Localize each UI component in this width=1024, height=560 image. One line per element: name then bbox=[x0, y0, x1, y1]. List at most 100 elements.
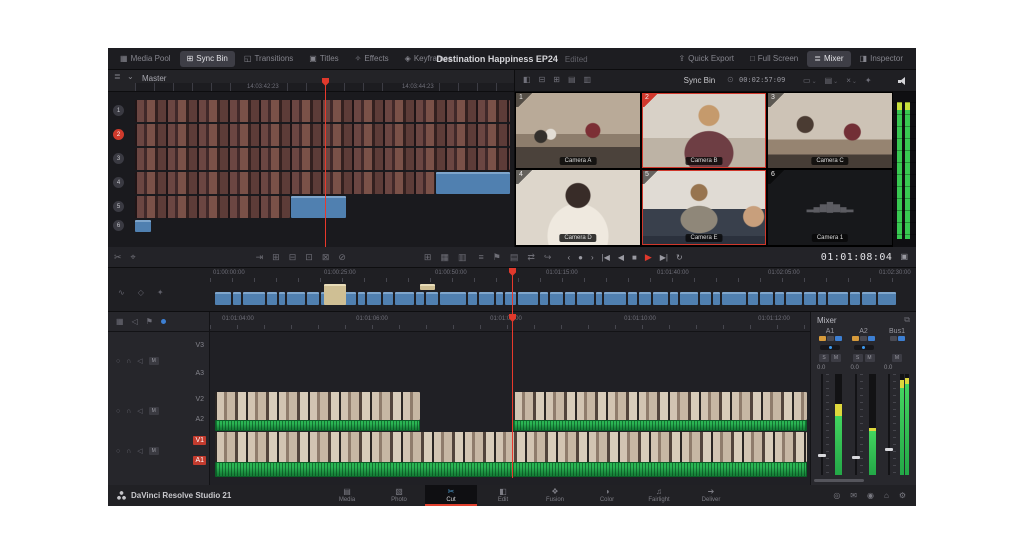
overview-clip[interactable] bbox=[862, 292, 876, 305]
mute-button[interactable]: M bbox=[865, 354, 875, 362]
overview-clip[interactable] bbox=[383, 292, 393, 305]
camera-track-badge-6[interactable]: 6 bbox=[113, 220, 124, 231]
video-clip-v1[interactable] bbox=[215, 432, 807, 462]
strip-view-icon[interactable]: ▥ bbox=[458, 252, 467, 263]
topbar-button-full-screen[interactable]: □Full Screen bbox=[743, 51, 805, 67]
syncbin-filmstrip[interactable] bbox=[135, 100, 510, 122]
overview-clip[interactable] bbox=[596, 292, 602, 305]
channel-chip[interactable] bbox=[898, 336, 905, 341]
wand-icon[interactable]: ✦ bbox=[865, 76, 872, 85]
camera-panel-6[interactable]: 6▂▄▆█▆▄▂Camera 1 bbox=[768, 170, 892, 245]
camera-panel-4[interactable]: 4Camera D bbox=[516, 170, 640, 245]
film-view-icon[interactable]: ▦ bbox=[440, 252, 449, 263]
overview-clip[interactable] bbox=[639, 292, 651, 305]
overview-clip[interactable] bbox=[786, 292, 802, 305]
speaker-icon[interactable]: ◁ bbox=[137, 357, 142, 365]
mixer-expand-icon[interactable]: ⧉ bbox=[904, 315, 910, 325]
mute-button[interactable]: M bbox=[892, 354, 902, 362]
resolution-menu-icon[interactable]: ▭⌄ bbox=[803, 76, 817, 85]
overview-clip[interactable] bbox=[775, 292, 784, 305]
overview-clip[interactable] bbox=[604, 292, 626, 305]
video-track-label-v2[interactable]: V2 bbox=[195, 396, 204, 403]
overview-clip[interactable] bbox=[878, 292, 896, 305]
single-view-icon[interactable]: ◧ bbox=[523, 76, 531, 84]
audio-clip-a2[interactable] bbox=[513, 420, 807, 431]
audio-clip-a2[interactable] bbox=[215, 420, 420, 431]
syncbin-filmstrip[interactable] bbox=[135, 196, 290, 218]
tools-menu-icon[interactable]: ≡ bbox=[478, 252, 483, 262]
snap-tool-icon[interactable]: ⌖ bbox=[131, 252, 136, 263]
place-on-top-icon[interactable]: ⊠ bbox=[322, 252, 330, 263]
source-overwrite-icon[interactable]: ⊘ bbox=[338, 252, 346, 263]
channel-chip[interactable] bbox=[827, 336, 834, 341]
overview-marker-clip[interactable] bbox=[420, 284, 435, 290]
overview-clip[interactable] bbox=[680, 292, 698, 305]
mute-button[interactable]: M bbox=[149, 357, 159, 365]
overview-clip[interactable] bbox=[307, 292, 319, 305]
overview-clip[interactable] bbox=[440, 292, 466, 305]
speaker-icon[interactable] bbox=[898, 77, 908, 85]
timeline-detail[interactable]: 01:01:04:0001:01:06:0001:01:08:0001:01:1… bbox=[210, 312, 810, 485]
go-to-end-button[interactable]: ▶| bbox=[660, 253, 668, 262]
video-track-label-v1[interactable]: V1 bbox=[193, 436, 206, 445]
syncbin-filmstrip[interactable] bbox=[135, 172, 435, 194]
solo-button[interactable]: S bbox=[853, 354, 863, 362]
syncbin-audio-clip[interactable] bbox=[135, 220, 151, 232]
channel-chip[interactable] bbox=[835, 336, 842, 341]
topbar-button-titles[interactable]: ▣Titles bbox=[302, 51, 345, 67]
camera-track-badge-5[interactable]: 5 bbox=[113, 201, 124, 212]
overview-clip[interactable] bbox=[358, 292, 365, 305]
play-button[interactable]: ▶ bbox=[645, 252, 652, 263]
overview-clip[interactable] bbox=[550, 292, 563, 305]
chevron-down-icon[interactable]: ⌄ bbox=[127, 73, 134, 81]
camera-track-badge-4[interactable]: 4 bbox=[113, 177, 124, 188]
timeline-playhead[interactable] bbox=[512, 270, 513, 478]
append-icon[interactable]: ⊞ bbox=[272, 252, 280, 263]
clip-menu-icon[interactable]: ▤⌄ bbox=[825, 76, 839, 85]
topbar-button-quick-export[interactable]: ⇪Quick Export bbox=[671, 51, 741, 67]
record-arm-icon[interactable]: ○ bbox=[116, 408, 120, 415]
flag-icon[interactable]: ⚑ bbox=[146, 317, 153, 326]
audio-track-icon[interactable]: ◁ bbox=[132, 317, 138, 326]
video-track-label-v3[interactable]: V3 bbox=[195, 342, 204, 349]
solo-button[interactable]: S bbox=[819, 354, 829, 362]
overview-clip[interactable] bbox=[279, 292, 285, 305]
overview-clip[interactable] bbox=[628, 292, 637, 305]
strip-view-icon[interactable]: ▥ bbox=[584, 76, 592, 84]
camera-panel-2[interactable]: 2Camera B bbox=[642, 93, 766, 168]
audio-wave-icon[interactable]: ∿ bbox=[118, 288, 125, 297]
overview-clip[interactable] bbox=[565, 292, 575, 305]
clip-info-icon[interactable]: ▤ bbox=[510, 252, 519, 263]
record-arm-icon[interactable]: ○ bbox=[116, 448, 120, 455]
syncbin-audio-clip[interactable] bbox=[436, 172, 510, 194]
bin-list-icon[interactable]: ≣ bbox=[114, 73, 121, 81]
page-tab-fairlight[interactable]: ♫Fairlight bbox=[633, 485, 685, 506]
overview-clip[interactable] bbox=[416, 292, 424, 305]
overview-clip[interactable] bbox=[426, 292, 438, 305]
camera-track-badge-1[interactable]: 1 bbox=[113, 105, 124, 116]
play-reverse-button[interactable]: ◀ bbox=[618, 253, 624, 262]
overview-clip[interactable] bbox=[496, 292, 503, 305]
overview-clip[interactable] bbox=[577, 292, 594, 305]
jog-right-icon[interactable]: › bbox=[591, 253, 594, 262]
pan-slider[interactable] bbox=[854, 345, 874, 350]
page-tab-fusion[interactable]: ❖Fusion bbox=[529, 485, 581, 506]
fader-handle[interactable] bbox=[818, 454, 826, 457]
remote-monitor-icon[interactable]: ◎ bbox=[833, 491, 840, 500]
ripple-overwrite-icon[interactable]: ⊟ bbox=[289, 252, 297, 263]
page-tab-photo[interactable]: ▧Photo bbox=[373, 485, 425, 506]
overview-clip[interactable] bbox=[700, 292, 711, 305]
swap-icon[interactable]: ⇄ bbox=[527, 252, 535, 263]
overview-clip[interactable] bbox=[233, 292, 241, 305]
loop-button[interactable]: ↻ bbox=[676, 253, 683, 262]
overview-clip[interactable] bbox=[367, 292, 381, 305]
topbar-button-mixer[interactable]: ≣Mixer bbox=[807, 51, 850, 67]
mute-button[interactable]: M bbox=[149, 447, 159, 455]
project-home-icon[interactable]: ⌂ bbox=[884, 491, 889, 500]
match-frame-icon[interactable]: ↪ bbox=[544, 252, 552, 263]
collaboration-icon[interactable]: ◉ bbox=[867, 491, 874, 500]
topbar-button-inspector[interactable]: ◨Inspector bbox=[853, 51, 910, 67]
headphone-icon[interactable]: ∩ bbox=[126, 448, 131, 455]
page-tab-media[interactable]: ▤Media bbox=[321, 485, 373, 506]
camera-track-badge-3[interactable]: 3 bbox=[113, 153, 124, 164]
